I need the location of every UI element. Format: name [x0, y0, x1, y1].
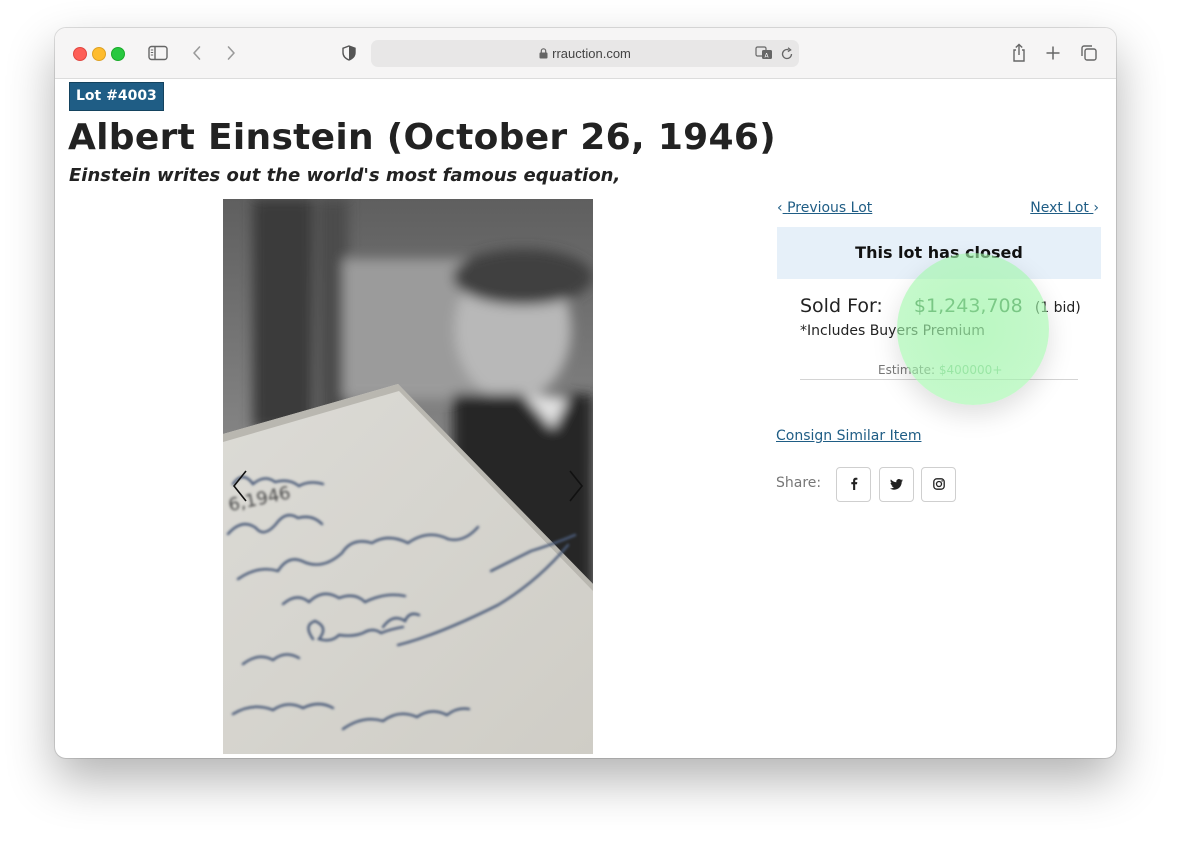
translate-icon[interactable]: A: [755, 45, 773, 65]
previous-lot-link[interactable]: ‹ Previous Lot: [777, 200, 872, 216]
lot-number-badge: Lot #4003: [69, 82, 164, 111]
address-bar[interactable]: rrauction.com A: [371, 40, 799, 67]
estimate: Estimate: $400000+: [878, 363, 1002, 377]
estimate-label: Estimate:: [878, 363, 936, 377]
next-lot-link[interactable]: Next Lot ›: [1030, 200, 1099, 216]
forward-icon[interactable]: [219, 41, 243, 65]
premium-note: *Includes Buyers Premium: [800, 323, 985, 339]
estimate-value: $400000+: [938, 363, 1003, 377]
lot-navigation: ‹ Previous Lot Next Lot ›: [777, 200, 1099, 220]
previous-image-arrow[interactable]: [225, 461, 255, 511]
chevron-right-icon: ›: [1093, 200, 1099, 216]
next-lot-label: Next Lot: [1030, 200, 1089, 216]
sold-summary: Sold For: $1,243,708 (1 bid): [800, 295, 1081, 317]
facebook-share-button[interactable]: [836, 467, 871, 502]
bid-count: (1 bid): [1034, 300, 1081, 316]
browser-toolbar: rrauction.com A: [55, 28, 1116, 79]
divider: [800, 379, 1078, 380]
share-label: Share:: [776, 475, 822, 491]
back-icon[interactable]: [185, 41, 209, 65]
next-image-arrow[interactable]: [561, 461, 591, 511]
sidebar-toggle-icon[interactable]: [146, 41, 170, 65]
lock-icon: [539, 47, 548, 62]
tab-overview-icon[interactable]: [1077, 41, 1101, 65]
privacy-shield-icon[interactable]: [337, 41, 361, 65]
close-window-button[interactable]: [73, 47, 87, 61]
previous-lot-label: Previous Lot: [787, 200, 873, 216]
sold-price: $1,243,708: [913, 295, 1023, 317]
share-icon[interactable]: [1007, 41, 1031, 65]
minimize-window-button[interactable]: [92, 47, 106, 61]
lot-closed-banner: This lot has closed: [777, 227, 1101, 279]
sold-label: Sold For:: [800, 295, 883, 317]
maximize-window-button[interactable]: [111, 47, 125, 61]
reload-icon[interactable]: [780, 46, 794, 65]
lot-subtitle: Einstein writes out the world's most fam…: [69, 165, 621, 186]
twitter-share-button[interactable]: [879, 467, 914, 502]
new-tab-icon[interactable]: [1041, 41, 1065, 65]
lot-title: Albert Einstein (October 26, 1946): [68, 117, 776, 158]
twitter-icon: [890, 475, 903, 494]
instagram-icon: [932, 475, 945, 494]
lot-photo: 6,1946: [223, 199, 593, 754]
instagram-share-button[interactable]: [921, 467, 956, 502]
browser-window: rrauction.com A Lot #4003 Albert Einstei…: [55, 28, 1116, 758]
page-content: Lot #4003 Albert Einstein (October 26, 1…: [55, 79, 1116, 758]
consign-similar-item-link[interactable]: Consign Similar Item: [776, 428, 921, 444]
url-text: rrauction.com: [552, 46, 631, 61]
chevron-left-icon: ‹: [777, 200, 783, 216]
facebook-icon: [850, 475, 858, 494]
